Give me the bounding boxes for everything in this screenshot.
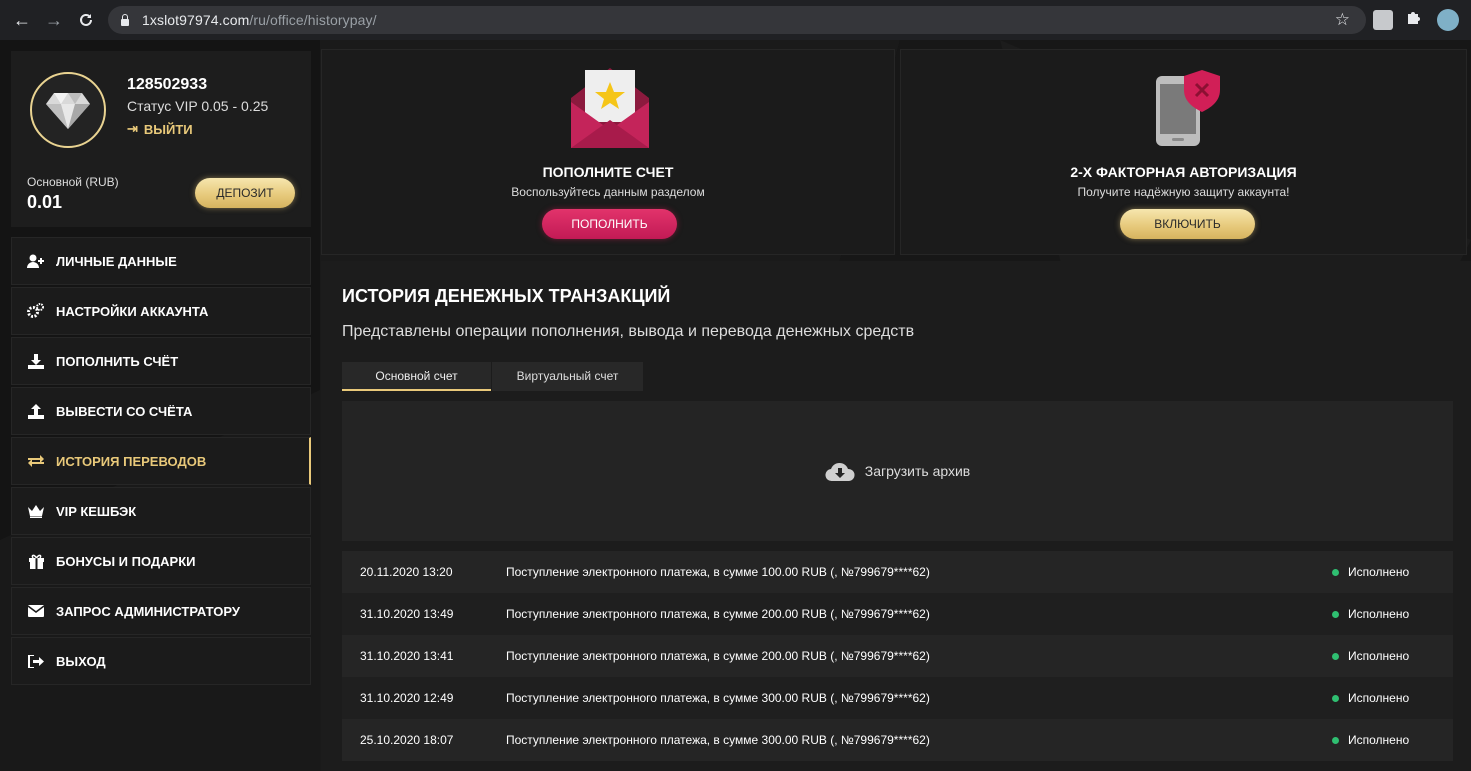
twofa-card-title: 2-Х ФАКТОРНАЯ АВТОРИЗАЦИЯ: [1070, 164, 1297, 180]
deposit-promo-card: ПОПОЛНИТЕ СЧЕТ Воспользуйтесь данным раз…: [321, 49, 895, 255]
transaction-date: 31.10.2020 13:49: [360, 607, 454, 621]
status-dot-icon: [1332, 610, 1339, 618]
transactions-table: 20.11.2020 13:20 Поступление электронног…: [342, 551, 1453, 761]
sidebar-item-label: ВЫВЕСТИ СО СЧЁТА: [56, 403, 193, 419]
deposit-card-title: ПОПОЛНИТЕ СЧЕТ: [542, 164, 674, 180]
sidebar-menu: ЛИЧНЫЕ ДАННЫЕ НАСТРОЙКИ АККАУНТА ПОПОЛНИ…: [11, 237, 311, 687]
sidebar-item-label: ЛИЧНЫЕ ДАННЫЕ: [56, 253, 177, 269]
deposit-button[interactable]: ДЕПОЗИТ: [195, 178, 295, 208]
transaction-date: 25.10.2020 18:07: [360, 733, 454, 747]
transaction-date: 31.10.2020 13:41: [360, 649, 454, 663]
account-tabs: Основной счет Виртуальный счет: [342, 362, 643, 391]
table-row: 25.10.2020 18:07 Поступление электронног…: [342, 719, 1453, 761]
tab-virtual-account[interactable]: Виртуальный счет: [492, 362, 643, 391]
envelope-icon: [27, 603, 45, 619]
transaction-date: 31.10.2020 12:49: [360, 691, 454, 705]
sidebar-item-admin-request[interactable]: ЗАПРОС АДМИНИСТРАТОРУ: [11, 587, 311, 635]
logout-label: ВЫЙТИ: [143, 121, 193, 137]
sidebar-item-transfer-history[interactable]: ИСТОРИЯ ПЕРЕВОДОВ: [11, 437, 311, 485]
sidebar-item-label: ИСТОРИЯ ПЕРЕВОДОВ: [56, 453, 207, 469]
status-dot-icon: [1332, 568, 1339, 576]
sidebar-item-label: ВЫХОД: [56, 653, 106, 669]
browser-toolbar: ← → 1xslot97974.com/ru/office/historypay…: [0, 0, 1471, 40]
download-icon: [27, 353, 45, 369]
transaction-description: Поступление электронного платежа, в сумм…: [506, 691, 930, 705]
status-badge: Исполнено: [1332, 733, 1453, 747]
download-archive-area[interactable]: Загрузить архив: [342, 401, 1453, 541]
status-badge: Исполнено: [1332, 565, 1453, 579]
balance-label: Основной (RUB): [27, 175, 119, 189]
download-archive-label: Загрузить архив: [864, 463, 971, 479]
transaction-description: Поступление электронного платежа, в сумм…: [506, 607, 930, 621]
reload-icon[interactable]: [75, 9, 97, 31]
profile-card: 128502933 Статус VIP 0.05 - 0.25 ⇥ ВЫЙТИ…: [11, 51, 311, 227]
sidebar-item-label: ПОПОЛНИТЬ СЧЁТ: [56, 353, 179, 369]
top-up-button[interactable]: ПОПОЛНИТЬ: [542, 209, 677, 239]
diamond-icon: [46, 93, 90, 129]
status-badge: Исполнено: [1332, 649, 1453, 663]
table-row: 31.10.2020 13:49 Поступление электронног…: [342, 593, 1453, 635]
table-row: 31.10.2020 12:49 Поступление электронног…: [342, 677, 1453, 719]
table-row: 20.11.2020 13:20 Поступление электронног…: [342, 551, 1453, 593]
sidebar-item-withdraw[interactable]: ВЫВЕСТИ СО СЧЁТА: [11, 387, 311, 435]
user-plus-icon: [27, 253, 45, 269]
sidebar-item-deposit[interactable]: ПОПОЛНИТЬ СЧЁТ: [11, 337, 311, 385]
page-title: ИСТОРИЯ ДЕНЕЖНЫХ ТРАНЗАКЦИЙ: [342, 286, 671, 306]
sidebar-item-personal-data[interactable]: ЛИЧНЫЕ ДАННЫЕ: [11, 237, 311, 285]
page-subtitle: Представлены операции пополнения, вывода…: [342, 323, 915, 340]
exit-icon: ⇥: [127, 121, 138, 136]
sidebar-item-bonuses[interactable]: БОНУСЫ И ПОДАРКИ: [11, 537, 311, 585]
twofa-card-subtitle: Получите надёжную защиту аккаунта!: [1077, 185, 1290, 199]
transaction-description: Поступление электронного платежа, в сумм…: [506, 733, 930, 747]
transfer-icon: [27, 453, 45, 469]
url-text: 1xslot97974.com/ru/office/historypay/: [142, 12, 377, 28]
tab-main-account[interactable]: Основной счет: [342, 362, 491, 391]
status-badge: Исполнено: [1332, 607, 1453, 621]
user-id: 128502933: [127, 76, 208, 93]
upload-icon: [27, 403, 45, 419]
sidebar-item-label: VIP КЕШБЭК: [56, 503, 137, 519]
transaction-description: Поступление электронного платежа, в сумм…: [506, 565, 930, 579]
status-dot-icon: [1332, 652, 1339, 660]
logout-link[interactable]: ⇥ ВЫЙТИ: [127, 121, 193, 137]
exit-icon: [27, 653, 45, 669]
status-dot-icon: [1332, 736, 1339, 744]
deposit-card-subtitle: Воспользуйтесь данным разделом: [511, 185, 705, 199]
puzzle-icon[interactable]: [1405, 8, 1425, 28]
bookmark-star-icon[interactable]: ☆: [1335, 10, 1350, 30]
profile-avatar[interactable]: [1437, 9, 1459, 31]
address-bar[interactable]: 1xslot97974.com/ru/office/historypay/ ☆: [108, 6, 1366, 34]
twofa-promo-card: 2-Х ФАКТОРНАЯ АВТОРИЗАЦИЯ Получите надёж…: [900, 49, 1467, 255]
sidebar-item-label: ЗАПРОС АДМИНИСТРАТОРУ: [56, 603, 240, 619]
vip-status: Статус VIP 0.05 - 0.25: [127, 98, 269, 114]
back-arrow-icon[interactable]: ←: [11, 9, 33, 31]
sidebar-item-exit[interactable]: ВЫХОД: [11, 637, 311, 685]
balance-value: 0.01: [27, 192, 63, 212]
avatar: [30, 72, 106, 148]
sidebar-item-label: НАСТРОЙКИ АККАУНТА: [56, 303, 209, 319]
extension-icon[interactable]: [1373, 10, 1393, 30]
enable-2fa-button[interactable]: ВКЛЮЧИТЬ: [1120, 209, 1255, 239]
forward-arrow-icon[interactable]: →: [43, 9, 65, 31]
cloud-download-icon: [825, 462, 855, 482]
transaction-description: Поступление электронного платежа, в сумм…: [506, 649, 930, 663]
crown-icon: [27, 503, 45, 519]
table-row: 31.10.2020 13:41 Поступление электронног…: [342, 635, 1453, 677]
transaction-date: 20.11.2020 13:20: [360, 565, 453, 579]
gift-icon: [27, 553, 45, 569]
history-panel: ИСТОРИЯ ДЕНЕЖНЫХ ТРАНЗАКЦИЙ Представлены…: [321, 261, 1471, 771]
phone-shield-icon: [1156, 70, 1220, 146]
sidebar-item-vip-cashback[interactable]: VIP КЕШБЭК: [11, 487, 311, 535]
envelope-star-icon: [571, 68, 649, 148]
status-badge: Исполнено: [1332, 691, 1453, 705]
lock-icon: [120, 14, 130, 26]
gears-icon: [27, 303, 45, 319]
sidebar-item-account-settings[interactable]: НАСТРОЙКИ АККАУНТА: [11, 287, 311, 335]
sidebar-item-label: БОНУСЫ И ПОДАРКИ: [56, 553, 196, 569]
status-dot-icon: [1332, 694, 1339, 702]
